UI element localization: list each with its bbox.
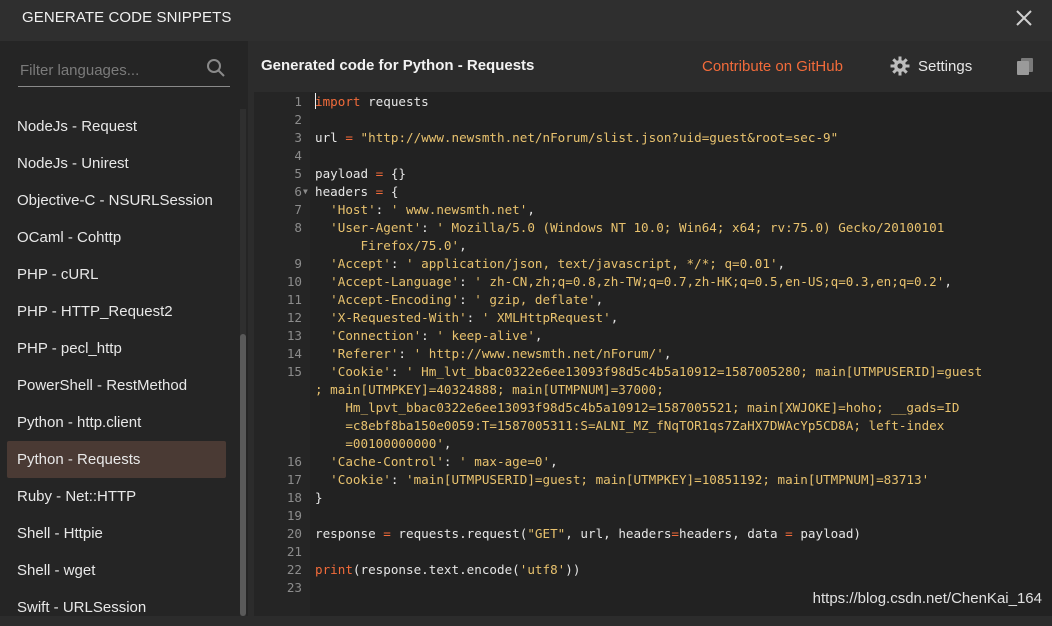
code-line: 'Accept-Encoding': ' gzip, deflate', (330, 292, 604, 307)
language-sidebar: NodeJs - RequestNodeJs - UnirestObjectiv… (0, 41, 248, 616)
sidebar-item-language[interactable]: Python - http.client (7, 404, 226, 441)
code-line: payload = {} (315, 166, 407, 181)
code-line: 'Cache-Control': ' max-age=0', (330, 454, 558, 469)
line-number-gutter: 1 2 3 4 5 6 ▼ 7 8 9 10 11 12 13 14 15 16 17 18 19 20 21 22 23 (254, 92, 310, 616)
code-line: 'Accept-Language': ' zh-CN,zh;q=0.8,zh-T… (330, 274, 952, 289)
line-number: 3 (294, 130, 302, 145)
code-line: url = "http://www.newsmth.net/nForum/sli… (315, 130, 839, 145)
code-line: 'Cookie': ' Hm_lvt_bbac0322e6ee13093f98d… (330, 364, 983, 379)
line-number: 12 (286, 310, 302, 325)
code-line: ; main[UTMPKEY]=40324888; main[UTMPNUM]=… (315, 382, 664, 397)
code-line: 'Accept': ' application/json, text/javas… (330, 256, 786, 271)
gear-icon (890, 56, 910, 76)
code-line: 'Host': ' www.newsmth.net', (330, 202, 535, 217)
contribute-on-github-link[interactable]: Contribute on GitHub (702, 58, 843, 75)
line-number: 4 (294, 148, 302, 163)
code-line: } (315, 490, 323, 505)
sidebar-item-language[interactable]: Objective-C - NSURLSession (7, 182, 226, 219)
code-line: Firefox/75.0', (315, 238, 467, 253)
line-number: 1 (294, 94, 302, 109)
sidebar-item-language[interactable]: Swift - URLSession (7, 589, 226, 626)
dialog-title: GENERATE CODE SNIPPETS (22, 9, 232, 26)
sidebar-item-language[interactable]: NodeJs - Request (7, 108, 226, 145)
code-header: Generated code for Python - Requests Con… (248, 41, 1052, 91)
scrollbar-thumb[interactable] (240, 334, 246, 616)
line-number: 8 (294, 220, 302, 235)
sidebar-item-language[interactable]: NodeJs - Unirest (7, 145, 226, 182)
line-number: 17 (286, 472, 302, 487)
code-line: Hm_lpvt_bbac0322e6ee13093f98d5c4b5a10912… (315, 400, 960, 415)
code-line: 'X-Requested-With': ' XMLHttpRequest', (330, 310, 619, 325)
sidebar-item-language[interactable]: Python - Requests (7, 441, 226, 478)
sidebar-item-language[interactable]: PHP - HTTP_Request2 (7, 293, 226, 330)
line-number: 2 (294, 112, 302, 127)
line-number: 9 (294, 256, 302, 271)
code-line: 'Connection': ' keep-alive', (330, 328, 543, 343)
line-number: 20 (286, 526, 302, 541)
dialog-titlebar: GENERATE CODE SNIPPETS (0, 0, 1052, 41)
code-editor[interactable]: 1 2 3 4 5 6 ▼ 7 8 9 10 11 12 13 14 15 16 17 18 19 20 21 22 23 i… (254, 92, 1052, 616)
line-number: 14 (286, 346, 302, 361)
code-line: print(response.text.encode('utf8')) (315, 562, 581, 577)
line-number: 5 (294, 166, 302, 181)
settings-button[interactable]: Settings (890, 55, 972, 77)
sidebar-item-language[interactable]: PowerShell - RestMethod (7, 367, 226, 404)
line-number: 16 (286, 454, 302, 469)
generated-code-title: Generated code for Python - Requests (261, 57, 535, 74)
search-icon[interactable] (206, 58, 226, 78)
sidebar-scrollbar[interactable] (240, 109, 246, 616)
line-number: 23 (286, 580, 302, 595)
line-number: 21 (286, 544, 302, 559)
code-line: 'User-Agent': ' Mozilla/5.0 (Windows NT … (330, 220, 945, 235)
settings-label: Settings (918, 57, 973, 75)
code-line: headers = { (315, 184, 399, 199)
line-number: 19 (286, 508, 302, 523)
sidebar-item-language[interactable]: PHP - cURL (7, 256, 226, 293)
code-line: 'Referer': ' http://www.newsmth.net/nFor… (330, 346, 672, 361)
code-line: 'Cookie': 'main[UTMPUSERID]=guest; main[… (330, 472, 930, 487)
code-line: import requests (315, 94, 429, 109)
line-number: 18 (286, 490, 302, 505)
line-number: 15 (286, 364, 302, 379)
sidebar-item-language[interactable]: PHP - pecl_http (7, 330, 226, 367)
line-number: 7 (294, 202, 302, 217)
sidebar-item-language[interactable]: Shell - Httpie (7, 515, 226, 552)
line-number: 22 (286, 562, 302, 577)
fold-toggle-icon[interactable]: ▼ (303, 187, 308, 196)
close-icon[interactable] (1012, 6, 1036, 30)
language-list: NodeJs - Request NodeJs - Unirest Objectiv… (0, 107, 240, 626)
text-cursor (315, 93, 316, 109)
filter-languages-input[interactable] (18, 57, 202, 83)
sidebar-item-language[interactable]: Ruby - Net::HTTP (7, 478, 226, 515)
sidebar-item-language[interactable]: Shell - wget (7, 552, 226, 589)
code-panel: Generated code for Python - Requests Con… (248, 41, 1052, 616)
line-number: 6 (294, 184, 302, 199)
filter-box (18, 55, 230, 87)
code-line: =00100000000', (315, 436, 452, 451)
line-number: 10 (286, 274, 302, 289)
sidebar-item-language[interactable]: OCaml - Cohttp (7, 219, 226, 256)
copy-icon[interactable] (1015, 56, 1035, 76)
line-number: 13 (286, 328, 302, 343)
code-line: =c8ebf8ba150e0059:T=1587005311:S=ALNI_MZ… (315, 418, 945, 433)
line-number: 11 (286, 292, 302, 307)
code-line: response = requests.request("GET", url, … (315, 526, 861, 541)
watermark: https://blog.csdn.net/ChenKai_164 (812, 590, 1042, 607)
